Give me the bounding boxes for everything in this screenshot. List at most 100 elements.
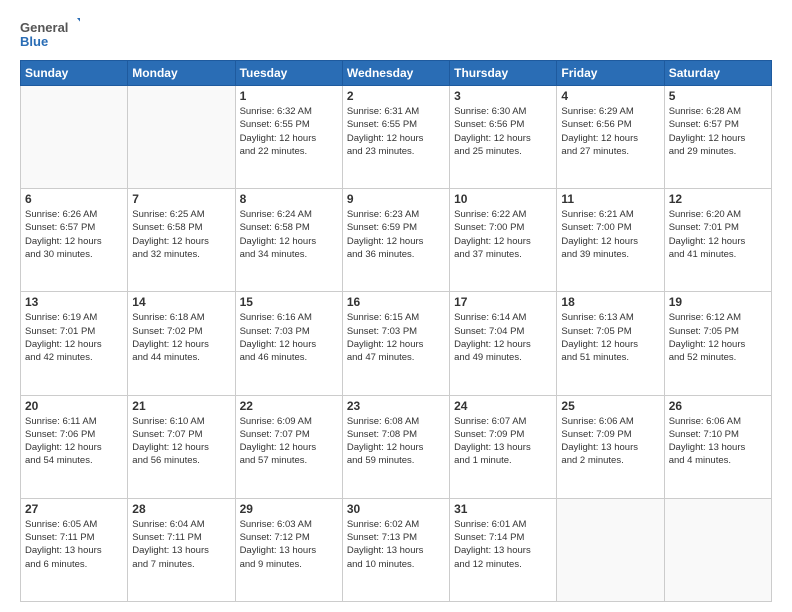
day-number: 19 [669, 295, 767, 309]
day-number: 17 [454, 295, 552, 309]
day-info: Sunrise: 6:08 AM Sunset: 7:08 PM Dayligh… [347, 415, 445, 468]
logo: General Blue [20, 16, 80, 52]
calendar-cell: 6 Sunrise: 6:26 AM Sunset: 6:57 PM Daylig… [21, 189, 128, 292]
weekday-header-wednesday: Wednesday [342, 61, 449, 86]
calendar-cell: 8 Sunrise: 6:24 AM Sunset: 6:58 PM Daylig… [235, 189, 342, 292]
day-number: 22 [240, 399, 338, 413]
calendar-cell: 27 Sunrise: 6:05 AM Sunset: 7:11 PM Dayli… [21, 498, 128, 601]
day-info: Sunrise: 6:20 AM Sunset: 7:01 PM Dayligh… [669, 208, 767, 261]
calendar-cell: 20 Sunrise: 6:11 AM Sunset: 7:06 PM Dayli… [21, 395, 128, 498]
day-number: 25 [561, 399, 659, 413]
day-number: 28 [132, 502, 230, 516]
calendar-cell: 19 Sunrise: 6:12 AM Sunset: 7:05 PM Dayli… [664, 292, 771, 395]
calendar-cell: 28 Sunrise: 6:04 AM Sunset: 7:11 PM Dayli… [128, 498, 235, 601]
day-info: Sunrise: 6:04 AM Sunset: 7:11 PM Dayligh… [132, 518, 230, 571]
calendar-table: SundayMondayTuesdayWednesdayThursdayFrid… [20, 60, 772, 602]
day-info: Sunrise: 6:05 AM Sunset: 7:11 PM Dayligh… [25, 518, 123, 571]
calendar-cell: 29 Sunrise: 6:03 AM Sunset: 7:12 PM Dayli… [235, 498, 342, 601]
day-number: 9 [347, 192, 445, 206]
calendar-cell: 17 Sunrise: 6:14 AM Sunset: 7:04 PM Dayli… [450, 292, 557, 395]
day-number: 24 [454, 399, 552, 413]
day-info: Sunrise: 6:32 AM Sunset: 6:55 PM Dayligh… [240, 105, 338, 158]
calendar-cell: 9Sunrise: 6:23 AM Sunset: 6:59 PM Daylig… [342, 189, 449, 292]
weekday-header-saturday: Saturday [664, 61, 771, 86]
calendar-week-2: 6 Sunrise: 6:26 AM Sunset: 6:57 PM Daylig… [21, 189, 772, 292]
weekday-header-tuesday: Tuesday [235, 61, 342, 86]
weekday-header-monday: Monday [128, 61, 235, 86]
day-info: Sunrise: 6:06 AM Sunset: 7:10 PM Dayligh… [669, 415, 767, 468]
day-info: Sunrise: 6:03 AM Sunset: 7:12 PM Dayligh… [240, 518, 338, 571]
day-number: 16 [347, 295, 445, 309]
weekday-header-thursday: Thursday [450, 61, 557, 86]
calendar-cell [664, 498, 771, 601]
calendar-week-4: 20 Sunrise: 6:11 AM Sunset: 7:06 PM Dayli… [21, 395, 772, 498]
day-number: 31 [454, 502, 552, 516]
day-info: Sunrise: 6:09 AM Sunset: 7:07 PM Dayligh… [240, 415, 338, 468]
calendar-cell: 7 Sunrise: 6:25 AM Sunset: 6:58 PM Daylig… [128, 189, 235, 292]
day-number: 6 [25, 192, 123, 206]
day-info: Sunrise: 6:21 AM Sunset: 7:00 PM Dayligh… [561, 208, 659, 261]
calendar-cell: 25 Sunrise: 6:06 AM Sunset: 7:09 PM Dayli… [557, 395, 664, 498]
day-number: 27 [25, 502, 123, 516]
logo-svg: General Blue [20, 16, 80, 52]
day-info: Sunrise: 6:30 AM Sunset: 6:56 PM Dayligh… [454, 105, 552, 158]
calendar-week-5: 27 Sunrise: 6:05 AM Sunset: 7:11 PM Dayli… [21, 498, 772, 601]
day-number: 1 [240, 89, 338, 103]
day-info: Sunrise: 6:24 AM Sunset: 6:58 PM Dayligh… [240, 208, 338, 261]
day-number: 8 [240, 192, 338, 206]
calendar-week-1: 1 Sunrise: 6:32 AM Sunset: 6:55 PM Daylig… [21, 86, 772, 189]
day-info: Sunrise: 6:29 AM Sunset: 6:56 PM Dayligh… [561, 105, 659, 158]
calendar-week-3: 13Sunrise: 6:19 AM Sunset: 7:01 PM Dayli… [21, 292, 772, 395]
day-number: 4 [561, 89, 659, 103]
calendar-cell: 22 Sunrise: 6:09 AM Sunset: 7:07 PM Dayli… [235, 395, 342, 498]
svg-text:General: General [20, 20, 68, 35]
calendar-cell: 12 Sunrise: 6:20 AM Sunset: 7:01 PM Dayli… [664, 189, 771, 292]
calendar-cell: 15 Sunrise: 6:16 AM Sunset: 7:03 PM Dayli… [235, 292, 342, 395]
day-number: 23 [347, 399, 445, 413]
day-info: Sunrise: 6:11 AM Sunset: 7:06 PM Dayligh… [25, 415, 123, 468]
day-number: 20 [25, 399, 123, 413]
day-info: Sunrise: 6:26 AM Sunset: 6:57 PM Dayligh… [25, 208, 123, 261]
day-info: Sunrise: 6:13 AM Sunset: 7:05 PM Dayligh… [561, 311, 659, 364]
day-number: 11 [561, 192, 659, 206]
day-number: 5 [669, 89, 767, 103]
day-info: Sunrise: 6:22 AM Sunset: 7:00 PM Dayligh… [454, 208, 552, 261]
page: General Blue SundayMondayTuesdayWednesda… [0, 0, 792, 612]
day-number: 15 [240, 295, 338, 309]
calendar-cell [557, 498, 664, 601]
calendar-cell: 24 Sunrise: 6:07 AM Sunset: 7:09 PM Dayli… [450, 395, 557, 498]
day-info: Sunrise: 6:16 AM Sunset: 7:03 PM Dayligh… [240, 311, 338, 364]
calendar-cell: 31 Sunrise: 6:01 AM Sunset: 7:14 PM Dayli… [450, 498, 557, 601]
calendar-cell: 18Sunrise: 6:13 AM Sunset: 7:05 PM Dayli… [557, 292, 664, 395]
day-number: 29 [240, 502, 338, 516]
day-number: 3 [454, 89, 552, 103]
calendar-cell: 4 Sunrise: 6:29 AM Sunset: 6:56 PM Daylig… [557, 86, 664, 189]
day-info: Sunrise: 6:25 AM Sunset: 6:58 PM Dayligh… [132, 208, 230, 261]
day-info: Sunrise: 6:07 AM Sunset: 7:09 PM Dayligh… [454, 415, 552, 468]
day-number: 2 [347, 89, 445, 103]
day-info: Sunrise: 6:14 AM Sunset: 7:04 PM Dayligh… [454, 311, 552, 364]
day-info: Sunrise: 6:15 AM Sunset: 7:03 PM Dayligh… [347, 311, 445, 364]
day-info: Sunrise: 6:01 AM Sunset: 7:14 PM Dayligh… [454, 518, 552, 571]
calendar-cell: 2Sunrise: 6:31 AM Sunset: 6:55 PM Daylig… [342, 86, 449, 189]
day-info: Sunrise: 6:18 AM Sunset: 7:02 PM Dayligh… [132, 311, 230, 364]
calendar-cell: 10 Sunrise: 6:22 AM Sunset: 7:00 PM Dayli… [450, 189, 557, 292]
day-info: Sunrise: 6:28 AM Sunset: 6:57 PM Dayligh… [669, 105, 767, 158]
calendar-cell: 21Sunrise: 6:10 AM Sunset: 7:07 PM Dayli… [128, 395, 235, 498]
day-info: Sunrise: 6:06 AM Sunset: 7:09 PM Dayligh… [561, 415, 659, 468]
svg-text:Blue: Blue [20, 34, 48, 49]
day-number: 14 [132, 295, 230, 309]
day-number: 21 [132, 399, 230, 413]
calendar-cell: 1 Sunrise: 6:32 AM Sunset: 6:55 PM Daylig… [235, 86, 342, 189]
day-number: 10 [454, 192, 552, 206]
day-number: 30 [347, 502, 445, 516]
day-number: 12 [669, 192, 767, 206]
day-number: 7 [132, 192, 230, 206]
calendar-cell: 30 Sunrise: 6:02 AM Sunset: 7:13 PM Dayli… [342, 498, 449, 601]
day-info: Sunrise: 6:12 AM Sunset: 7:05 PM Dayligh… [669, 311, 767, 364]
day-number: 26 [669, 399, 767, 413]
calendar-cell: 26 Sunrise: 6:06 AM Sunset: 7:10 PM Dayli… [664, 395, 771, 498]
day-info: Sunrise: 6:02 AM Sunset: 7:13 PM Dayligh… [347, 518, 445, 571]
calendar-cell: 13Sunrise: 6:19 AM Sunset: 7:01 PM Dayli… [21, 292, 128, 395]
calendar-cell: 16 Sunrise: 6:15 AM Sunset: 7:03 PM Dayli… [342, 292, 449, 395]
